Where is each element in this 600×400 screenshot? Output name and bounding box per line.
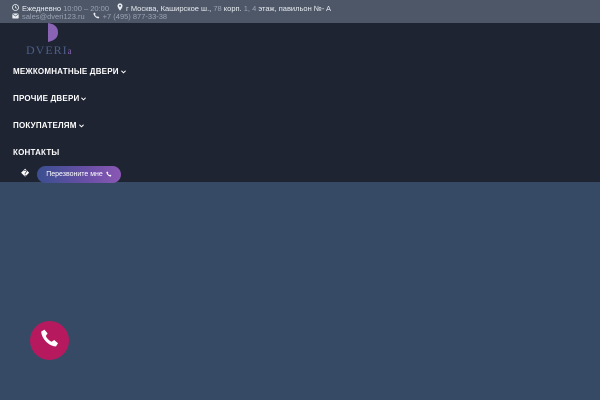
nav-label: ПРОЧИЕ ДВЕРИ [13,94,80,103]
logo-text: DVERIa [26,43,73,57]
callback-button[interactable]: Перезвоните мне [37,166,121,183]
address-tail: - A [321,3,332,13]
email-link[interactable]: sales@dveri123.ru [12,12,85,21]
address-corp-number: 1, 4 [243,3,257,13]
site-logo[interactable]: DVERIa [26,23,86,59]
nav-label: КОНТАКТЫ [13,148,60,157]
nav-label: МЕЖКОМНАТНЫЕ ДВЕРИ [13,67,119,76]
phone-icon [93,12,103,21]
nav-for-buyers[interactable]: ПОКУПАТЕЛЯМ [13,121,84,130]
nav-interior-doors[interactable]: МЕЖКОМНАТНЫЕ ДВЕРИ [13,67,126,76]
top-info-row-2: sales@dveri123.ru +7 (495) 877-33-38 [12,12,175,21]
envelope-icon [12,12,22,21]
phone-icon [40,328,60,353]
site-header: DVERIa МЕЖКОМНАТНЫЕ ДВЕРИ ПРОЧИЕ ДВЕРИ П… [0,23,600,183]
address-corp: корп. [223,3,242,13]
address-number: 78 [213,3,222,13]
address-rest: этаж, павильон № [258,3,322,13]
email-text: sales@dveri123.ru [22,12,85,21]
missing-glyph-icon: � [21,169,30,178]
nav-label: ПОКУПАТЕЛЯМ [13,121,77,130]
phone-text: +7 (495) 877-33-38 [102,12,168,21]
floating-call-button[interactable] [30,321,69,360]
chevron-down-icon [120,67,126,76]
top-info-bar: Ежедневно 10:00 – 20:00 г Москва, Каширс… [0,0,600,23]
chevron-down-icon [81,94,87,103]
nav-other-doors[interactable]: ПРОЧИЕ ДВЕРИ [13,94,87,103]
phone-link[interactable]: +7 (495) 877-33-38 [93,12,167,21]
chevron-down-icon [78,121,84,130]
phone-icon [103,170,112,179]
callback-label: Перезвоните мне [46,171,103,178]
nav-contacts[interactable]: КОНТАКТЫ [13,148,59,157]
